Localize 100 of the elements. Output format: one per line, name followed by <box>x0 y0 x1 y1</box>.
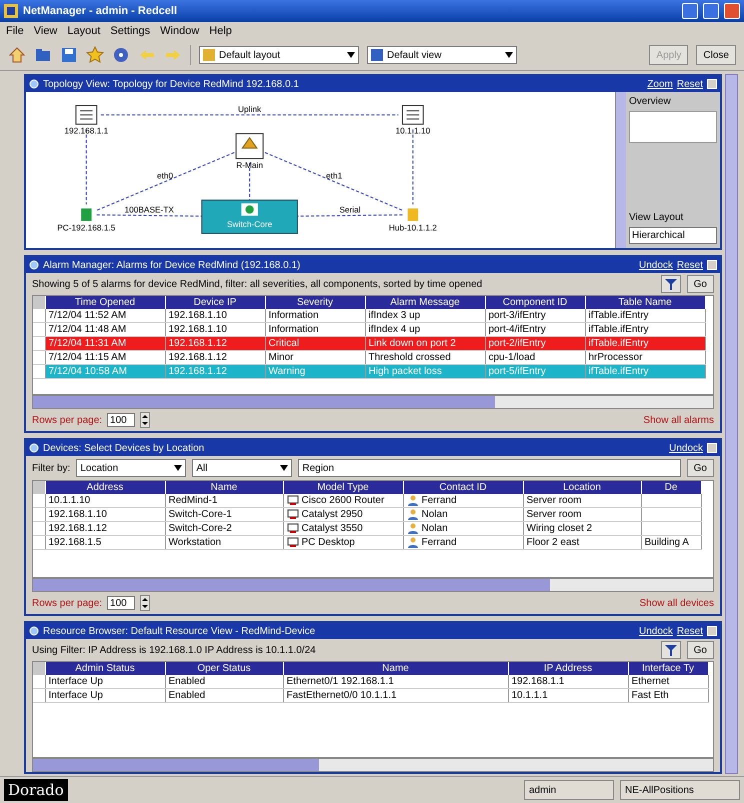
save-icon[interactable] <box>60 46 78 64</box>
table-row[interactable]: Interface Up Enabled Ethernet0/1 192.168.1.1 192.168.1.1 Ethernet <box>33 675 708 688</box>
filter-operator-dropdown[interactable]: All <box>192 459 292 477</box>
device-icon <box>286 508 298 520</box>
filter-field-dropdown[interactable]: Location <box>76 459 186 477</box>
person-icon <box>406 522 418 534</box>
app-icon <box>4 4 18 18</box>
close-icon[interactable] <box>724 3 740 19</box>
table-row[interactable]: 192.168.1.5 Workstation PC Desktop Ferrand Floor 2 east Building A <box>33 536 701 550</box>
caret-icon <box>280 465 288 471</box>
table-cell <box>641 522 701 536</box>
table-cell: Nolan <box>403 522 523 536</box>
panel-link[interactable]: Zoom <box>647 78 673 90</box>
rows-per-page-field[interactable]: 100 <box>107 413 136 427</box>
server-icon[interactable] <box>402 105 424 125</box>
panel-link[interactable]: Reset <box>676 78 703 90</box>
star-icon[interactable] <box>86 46 104 64</box>
table-row[interactable]: 192.168.1.10 Switch-Core-1 Catalyst 2950 Nolan Server room <box>33 508 701 522</box>
column-header[interactable]: Location <box>523 481 641 494</box>
column-header[interactable]: Admin Status <box>45 662 165 675</box>
link-label: 100BASE-TX <box>124 204 174 214</box>
column-header[interactable]: Name <box>165 481 283 494</box>
show-all-link[interactable]: Show all devices <box>640 598 714 608</box>
column-header[interactable]: De <box>641 481 701 494</box>
go-button[interactable]: Go <box>686 641 714 659</box>
spinner-icon[interactable] <box>140 412 150 428</box>
home-icon[interactable] <box>8 46 26 64</box>
horizontal-scrollbar[interactable] <box>32 578 714 592</box>
filter-icon <box>664 278 677 290</box>
rows-per-page-field[interactable]: 100 <box>107 596 136 610</box>
table-cell: 192.168.1.1 <box>508 675 628 688</box>
menu-item[interactable]: View <box>34 25 58 37</box>
column-header[interactable]: Address <box>45 481 165 494</box>
column-header[interactable]: Time Opened <box>45 296 165 309</box>
filter-summary: Using Filter: IP Address is 192.168.1.0 IP Address is 10.1.1.0/24 <box>32 644 317 656</box>
table-cell: FastEthernet0/0 10.1.1.1 <box>283 688 508 702</box>
filter-value-field[interactable]: Region <box>298 459 681 477</box>
device-icon <box>286 494 298 506</box>
table-cell: Enabled <box>165 688 283 702</box>
column-header[interactable]: Interface Ty <box>628 662 708 675</box>
table-cell <box>641 508 701 522</box>
folder-icon[interactable] <box>34 46 52 64</box>
column-header[interactable]: Model Type <box>283 481 403 494</box>
table-row[interactable]: Interface Up Enabled FastEthernet0/0 10.1.1.1 10.1.1.1 Fast Eth <box>33 688 708 702</box>
workstation-icon[interactable] <box>81 208 92 221</box>
layout-field[interactable]: Hierarchical <box>629 227 717 244</box>
column-header[interactable]: Contact ID <box>403 481 523 494</box>
column-header[interactable]: Name <box>283 662 508 675</box>
menu-item[interactable]: Help <box>209 25 232 37</box>
toolbar-button[interactable]: Close <box>696 45 736 65</box>
horizontal-scrollbar[interactable] <box>32 758 714 772</box>
column-header[interactable]: IP Address <box>508 662 628 675</box>
column-header[interactable]: Component ID <box>485 296 585 309</box>
person-icon <box>406 508 418 520</box>
table-cell: 192.168.1.10 <box>45 508 165 522</box>
layout-label: View Layout <box>629 212 684 223</box>
panel-link[interactable]: Undock <box>669 442 703 454</box>
alarm-row[interactable]: 7/12/04 11:52 AM 192.168.1.10 Information ifIndex 3 up port-3/ifEntry ifTable.ifEntry <box>33 309 705 322</box>
panel-link[interactable]: Reset <box>676 260 703 270</box>
user-field: admin <box>524 780 614 800</box>
column-header[interactable]: Severity <box>265 296 365 309</box>
link-label: eth1 <box>326 170 342 180</box>
horizontal-scrollbar[interactable] <box>32 395 714 409</box>
table-row[interactable]: 192.168.1.12 Switch-Core-2 Catalyst 3550 Nolan Wiring closet 2 <box>33 522 701 536</box>
node-label: 10.1.1.10 <box>396 126 430 136</box>
spinner-icon[interactable] <box>140 595 150 611</box>
go-button[interactable]: Go <box>686 459 714 477</box>
layout-dropdown[interactable]: Default layout <box>199 46 359 64</box>
menu-item[interactable]: Settings <box>110 25 150 37</box>
alarm-row[interactable]: 7/12/04 11:15 AM 192.168.1.12 Minor Threshold crossed cpu-1/load hrProcessor <box>33 350 705 364</box>
view-dropdown[interactable]: Default view <box>367 46 517 64</box>
router-icon[interactable] <box>236 133 264 160</box>
overview-map[interactable] <box>629 111 717 143</box>
rows-per-page-label: Rows per page: <box>32 598 102 608</box>
show-all-link[interactable]: Show all alarms <box>643 414 714 426</box>
menu-item[interactable]: Layout <box>67 25 100 37</box>
panel-link[interactable]: Undock <box>638 626 673 636</box>
disk-icon[interactable] <box>112 46 130 64</box>
column-header[interactable]: Device IP <box>165 296 265 309</box>
alarm-row[interactable]: 7/12/04 11:48 AM 192.168.1.10 Information ifIndex 4 up port-4/ifEntry ifTable.ifEntry <box>33 322 705 336</box>
table-row[interactable]: 10.1.1.10 RedMind-1 Cisco 2600 Router Ferrand Server room <box>33 494 701 508</box>
menu-item[interactable]: File <box>6 25 24 37</box>
go-button[interactable]: Go <box>686 275 714 293</box>
table-cell: Workstation <box>165 536 283 550</box>
panel-link[interactable]: Undock <box>638 260 673 270</box>
node-label: R-Main <box>236 160 263 170</box>
alarm-row[interactable]: 7/12/04 11:31 AM 192.168.1.12 Critical Link down on port 2 port-2/ifEntry ifTable.ifEntry <box>33 336 705 350</box>
panel-link[interactable]: Reset <box>676 626 703 636</box>
vertical-scrollbar[interactable] <box>725 74 738 774</box>
column-header[interactable]: Table Name <box>585 296 705 309</box>
column-header[interactable]: Alarm Message <box>365 296 485 309</box>
node-label: Hub-10.1.1.2 <box>388 222 437 232</box>
column-header[interactable]: Oper Status <box>165 662 283 675</box>
menu-item[interactable]: Window <box>160 25 200 37</box>
filter-button[interactable] <box>660 275 681 293</box>
vertical-scrollbar[interactable] <box>616 92 626 248</box>
table-cell: 10.1.1.10 <box>45 494 165 508</box>
filter-button[interactable] <box>660 641 681 659</box>
server-icon[interactable] <box>75 105 98 125</box>
hub-icon[interactable] <box>408 208 418 221</box>
